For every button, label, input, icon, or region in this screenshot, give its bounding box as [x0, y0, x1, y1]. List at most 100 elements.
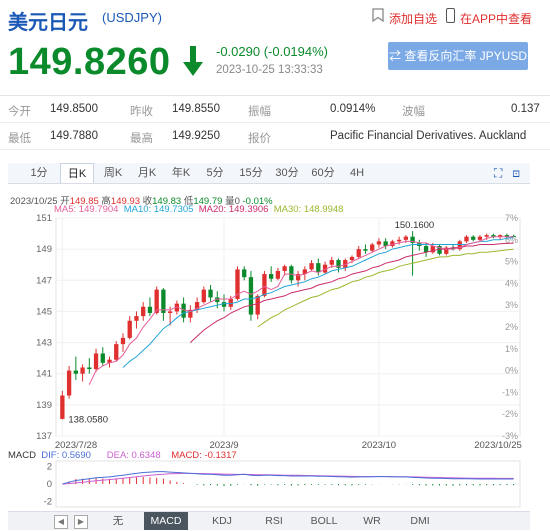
candle-body — [309, 263, 314, 270]
indicator-tab-wr[interactable]: WR — [354, 512, 390, 530]
indicator-tab-rsi[interactable]: RSI — [256, 512, 292, 530]
tab-15min[interactable]: 15分 — [236, 163, 266, 183]
candle-body — [282, 266, 287, 271]
tab-yearly[interactable]: 年K — [166, 163, 196, 183]
tab-daily[interactable]: 日K — [60, 163, 94, 183]
tab-30min[interactable]: 30分 — [272, 163, 302, 183]
tab-5min[interactable]: 5分 — [200, 163, 230, 183]
y-pct-label: 4% — [505, 278, 518, 288]
view-reverse-rate-button[interactable]: ⇄ 查看反向汇率 JPYUSD — [388, 42, 528, 70]
tab-1min[interactable]: 1分 — [26, 163, 52, 183]
page-title: 美元日元 — [8, 12, 88, 34]
candle-body — [66, 370, 72, 396]
stats-row: 今开 149.8500 昨收 149.8550 振幅 0.0914% 波幅 0.… — [0, 96, 550, 123]
tab-60min[interactable]: 60分 — [308, 163, 338, 183]
stat-label: 昨收 — [130, 106, 153, 118]
candle-body — [329, 260, 334, 265]
header: 美元日元 (USDJPY) 添加自选 在APP中查看 — [0, 0, 550, 34]
y-tick-label: 137 — [36, 431, 52, 442]
indicator-tab-boll[interactable]: BOLL — [306, 512, 342, 530]
y-pct-label: 7% — [505, 213, 518, 223]
ma10-line — [122, 237, 514, 368]
candle-body — [114, 344, 119, 360]
macd-chart[interactable]: 2 0 -2 — [0, 457, 550, 511]
candle-body — [100, 353, 105, 363]
indicator-tabs: ◀ ▶ 无 MACD KDJ RSI BOLL WR DMI — [8, 511, 530, 530]
candle-body — [242, 269, 247, 278]
candle-body — [376, 241, 382, 245]
candle-body — [477, 236, 483, 240]
candle-body — [120, 337, 126, 345]
candle-body — [269, 274, 274, 279]
y-tick-label: 139 — [36, 400, 52, 411]
bookmark-icon[interactable] — [372, 8, 384, 22]
y-tick-label: 143 — [36, 338, 52, 349]
candle-body — [80, 367, 85, 374]
expand-panel-icon[interactable]: ⊡ — [512, 166, 520, 180]
macd-frame — [55, 460, 521, 508]
stat-label: 最低 — [8, 133, 31, 145]
macd-y-tick: 2 — [47, 461, 52, 472]
candle-body — [141, 306, 146, 317]
quote-timestamp: 2023-10-25 13:33:33 — [216, 64, 323, 76]
candle-body — [464, 236, 469, 242]
stat-value: 149.9250 — [172, 130, 220, 142]
y-pct-label: 0% — [505, 366, 518, 376]
candle-body — [248, 277, 254, 315]
y-pct-label: 1% — [505, 344, 518, 354]
y-tick-label: 145 — [36, 306, 52, 317]
period-tabs: 1分 日K 周K 月K 年K 5分 15分 30分 60分 4H ⛶ ⊡ — [8, 163, 530, 184]
candle-body — [403, 236, 409, 240]
stat-value: 0.137 — [511, 103, 540, 115]
min-price-label: 138.0580 — [68, 415, 108, 426]
y-pct-label: 2% — [505, 322, 518, 332]
tab-monthly[interactable]: 月K — [132, 163, 162, 183]
y-pct-label: -1% — [502, 387, 518, 397]
stat-label: 今开 — [8, 106, 31, 118]
swap-icon: ⇄ — [388, 49, 405, 63]
indicator-tab-kdj[interactable]: KDJ — [204, 512, 240, 530]
indicator-tab-none[interactable]: 无 — [104, 512, 132, 530]
indicator-tab-dmi[interactable]: DMI — [402, 512, 438, 530]
candle-body — [93, 353, 99, 370]
candle-body — [147, 306, 153, 313]
y-tick-label: 149 — [36, 244, 52, 255]
down-arrow-icon — [183, 46, 203, 76]
y-pct-label: 5% — [505, 257, 518, 267]
macd-y-tick: -2 — [44, 497, 52, 508]
prev-arrow-icon[interactable]: ◀ — [54, 515, 68, 529]
y-pct-label: -2% — [502, 409, 518, 419]
max-price-label: 150.1600 — [395, 220, 435, 231]
stat-value: 149.8500 — [50, 103, 98, 115]
fullscreen-icon[interactable]: ⛶ — [494, 166, 502, 180]
candle-body — [363, 249, 368, 251]
candle-body — [208, 289, 213, 298]
candle-body — [127, 320, 132, 338]
x-tick-label: 2023/10 — [362, 440, 396, 451]
tab-weekly[interactable]: 周K — [98, 163, 128, 183]
candle-body — [349, 256, 355, 261]
candle-body — [275, 270, 281, 279]
kline-chart[interactable]: 1511491471451431411391377%6%5%4%3%2%1%0%… — [0, 212, 550, 452]
y-pct-label: 3% — [505, 300, 518, 310]
current-price: 149.8260 — [8, 41, 171, 83]
candle-body — [484, 235, 489, 237]
macd-y-tick: 0 — [47, 479, 52, 490]
candle-body — [201, 289, 206, 303]
candle-body — [316, 263, 321, 273]
indicator-tab-macd[interactable]: MACD — [144, 512, 188, 530]
add-watch-button[interactable]: 添加自选 — [389, 10, 437, 27]
y-tick-label: 151 — [36, 213, 52, 224]
candle-body — [423, 246, 429, 253]
plot-frame — [55, 217, 521, 437]
chart-tools: ⛶ ⊡ — [494, 166, 520, 181]
open-app-button[interactable]: 在APP中查看 — [460, 10, 532, 27]
stat-value: 149.8550 — [172, 103, 220, 115]
next-arrow-icon[interactable]: ▶ — [74, 515, 88, 529]
y-tick-label: 141 — [36, 369, 52, 380]
tab-4h[interactable]: 4H — [344, 163, 370, 183]
stat-label: 报价 — [248, 133, 271, 145]
phone-icon — [446, 8, 455, 23]
view-reverse-rate-label: 查看反向汇率 JPYUSD — [404, 49, 528, 63]
y-tick-label: 147 — [36, 275, 52, 286]
